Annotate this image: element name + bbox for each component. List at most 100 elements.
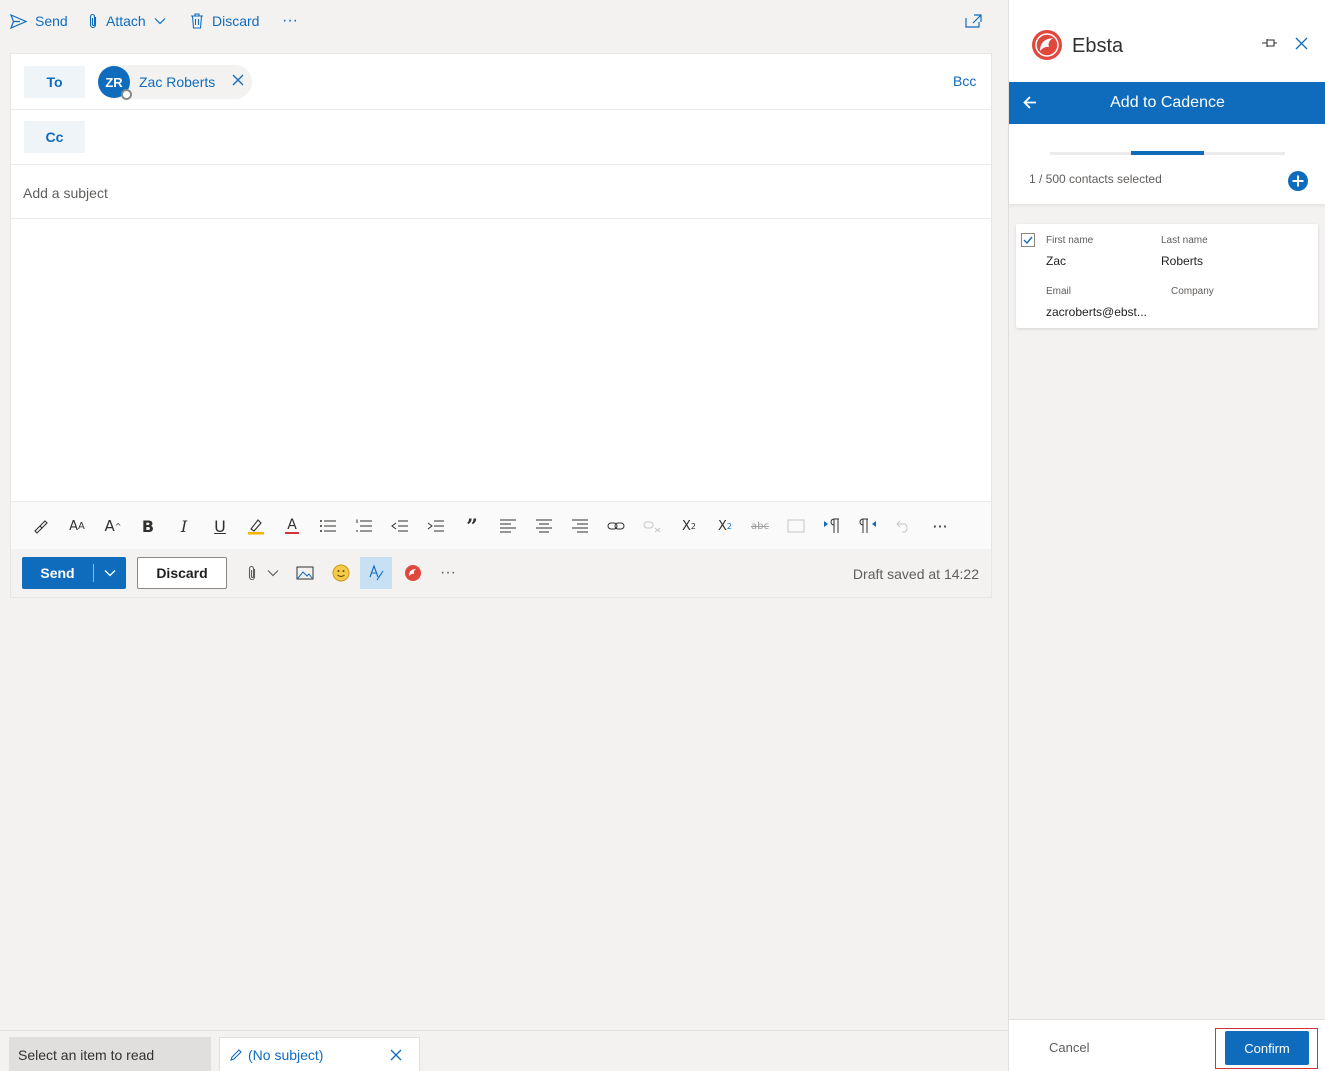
- send-command[interactable]: Send: [10, 0, 68, 42]
- panel-footer: Cancel Confirm: [1009, 1019, 1325, 1071]
- bottom-tab-bar: Select an item to read (No subject): [0, 1030, 1008, 1071]
- company-label: Company: [1171, 286, 1214, 297]
- presence-icon: [121, 89, 132, 100]
- chevron-down-icon[interactable]: [94, 569, 126, 577]
- send-button[interactable]: Send: [22, 557, 126, 589]
- more-options-button[interactable]: ···: [282, 0, 298, 42]
- pop-out-button[interactable]: [965, 0, 982, 42]
- close-icon[interactable]: [390, 1049, 402, 1061]
- discard-command-label: Discard: [212, 13, 260, 29]
- bullets-icon[interactable]: [316, 514, 340, 538]
- more-icon[interactable]: ···: [928, 514, 952, 538]
- ltr-icon[interactable]: [820, 514, 844, 538]
- cancel-button[interactable]: Cancel: [1049, 1040, 1089, 1055]
- quote-icon[interactable]: ”: [460, 514, 484, 538]
- step-progress-section: 1 / 500 contacts selected: [1009, 124, 1325, 204]
- attach-command-label: Attach: [106, 13, 146, 29]
- more-icon: ···: [282, 12, 298, 29]
- subject-input[interactable]: Add a subject: [23, 185, 108, 201]
- underline-icon[interactable]: U: [208, 514, 232, 538]
- emoji-icon[interactable]: [329, 561, 353, 585]
- format-painter-icon[interactable]: [29, 514, 53, 538]
- bcc-button[interactable]: Bcc: [953, 73, 976, 89]
- align-center-icon[interactable]: [532, 514, 556, 538]
- pin-icon[interactable]: [1261, 38, 1278, 48]
- increase-indent-icon[interactable]: [424, 514, 448, 538]
- recipient-name: Zac Roberts: [139, 74, 216, 90]
- discard-button[interactable]: Discard: [137, 557, 227, 589]
- remove-recipient-icon[interactable]: [232, 73, 244, 91]
- bold-icon[interactable]: B: [136, 514, 160, 538]
- avatar-initials: ZR: [105, 74, 123, 90]
- strikethrough-icon[interactable]: abc: [748, 514, 772, 538]
- contact-card: First name Zac Last name Roberts Email z…: [1016, 224, 1318, 328]
- attach-command[interactable]: Attach: [88, 0, 166, 42]
- font-size-icon[interactable]: AA: [65, 514, 89, 538]
- tab-draft-label: (No subject): [248, 1047, 324, 1063]
- chevron-down-icon[interactable]: [261, 561, 285, 585]
- superscript-icon[interactable]: X2: [677, 514, 701, 538]
- align-right-icon[interactable]: [568, 514, 592, 538]
- pencil-icon: [229, 1048, 243, 1062]
- tab-reading-pane-label: Select an item to read: [18, 1046, 155, 1063]
- undo-icon[interactable]: [892, 514, 916, 538]
- more-icon[interactable]: ···: [436, 561, 460, 585]
- cc-button[interactable]: Cc: [24, 121, 85, 153]
- panel-header: Ebsta: [1009, 0, 1325, 82]
- selection-count: 1 / 500 contacts selected: [1029, 172, 1162, 186]
- tab-reading-pane[interactable]: Select an item to read: [9, 1037, 211, 1071]
- avatar: ZR: [98, 66, 132, 100]
- email-label: Email: [1046, 286, 1072, 297]
- panel-title-bar: Add to Cadence: [1009, 82, 1325, 124]
- align-left-icon[interactable]: [496, 514, 520, 538]
- message-body[interactable]: [11, 219, 991, 501]
- grow-font-icon[interactable]: A ^: [101, 514, 125, 538]
- compose-actions: Send Discard ··· Draft saved at 14:22: [11, 549, 991, 597]
- first-name-value: Zac: [1046, 254, 1067, 268]
- chevron-down-icon[interactable]: [154, 17, 166, 25]
- to-button[interactable]: To: [24, 66, 85, 98]
- highlight-icon[interactable]: [244, 514, 268, 538]
- rtl-icon[interactable]: [856, 514, 880, 538]
- numbering-icon[interactable]: [352, 514, 376, 538]
- cc-row: Cc: [11, 110, 991, 165]
- unlink-icon[interactable]: [640, 514, 664, 538]
- send-button-label: Send: [40, 565, 75, 581]
- to-row: To ZR Zac Roberts Bcc: [11, 54, 991, 110]
- back-arrow-icon[interactable]: [1023, 96, 1037, 109]
- link-icon[interactable]: [604, 514, 628, 538]
- pop-out-icon: [965, 14, 982, 28]
- image-icon[interactable]: [293, 561, 317, 585]
- contact-checkbox[interactable]: [1021, 233, 1035, 247]
- paperclip-icon: [88, 13, 98, 30]
- close-icon[interactable]: [1295, 37, 1308, 50]
- formatting-toolbar: AA A ^ B I U A ” X2 X2 abc ···: [11, 501, 991, 549]
- decrease-indent-icon[interactable]: [388, 514, 412, 538]
- last-name-label: Last name: [1161, 235, 1208, 246]
- recipient-chip[interactable]: ZR Zac Roberts: [98, 65, 252, 100]
- editor-icon[interactable]: [360, 557, 392, 589]
- discard-command[interactable]: Discard: [190, 0, 259, 42]
- add-contact-icon[interactable]: [1287, 170, 1309, 192]
- command-bar: Send Attach Discard ···: [0, 0, 1008, 44]
- send-command-label: Send: [35, 13, 68, 29]
- ebsta-logo-icon: [1030, 28, 1064, 62]
- tab-draft[interactable]: (No subject): [219, 1037, 420, 1071]
- last-name-value: Roberts: [1161, 254, 1204, 268]
- panel-title: Add to Cadence: [1110, 94, 1225, 111]
- ebsta-addin-panel: Ebsta Add to Cadence 1 / 500 contacts se…: [1008, 0, 1325, 1071]
- send-icon: [10, 13, 27, 29]
- trash-icon: [190, 13, 204, 29]
- subscript-icon[interactable]: X2: [713, 514, 737, 538]
- step-progress-active: [1131, 151, 1204, 155]
- italic-icon[interactable]: I: [172, 514, 196, 538]
- insert-picture-icon[interactable]: [784, 514, 808, 538]
- font-color-icon[interactable]: A: [280, 514, 304, 538]
- ebsta-logo-icon[interactable]: [401, 561, 425, 585]
- draft-status: Draft saved at 14:22: [852, 566, 979, 582]
- compose-form: To ZR Zac Roberts Bcc Cc Add a subject A…: [10, 53, 992, 598]
- panel-brand: Ebsta: [1072, 35, 1124, 57]
- first-name-label: First name: [1046, 235, 1094, 246]
- subject-row[interactable]: Add a subject: [11, 165, 991, 219]
- confirm-button[interactable]: Confirm: [1225, 1031, 1309, 1065]
